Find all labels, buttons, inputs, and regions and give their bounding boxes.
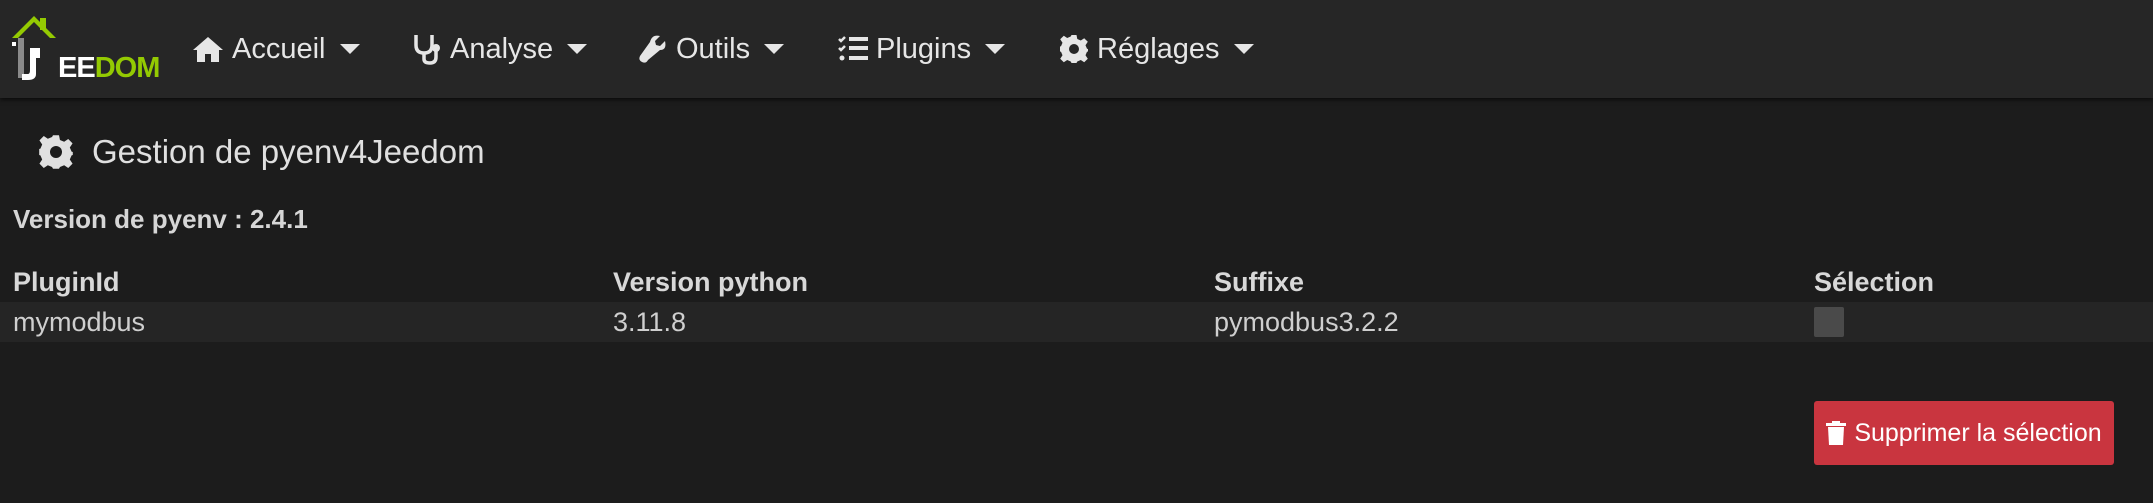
nav-analyse[interactable]: Analyse	[412, 0, 588, 98]
column-header-python-version: Version python	[613, 266, 809, 297]
stethoscope-icon	[412, 33, 442, 65]
nav-accueil[interactable]: Accueil	[192, 0, 360, 98]
nav-outils[interactable]: Outils	[638, 0, 785, 98]
chevron-down-icon	[985, 44, 1006, 54]
chevron-down-icon	[764, 44, 785, 54]
delete-selection-label: Supprimer la sélection	[1854, 418, 2102, 447]
trash-icon	[1826, 421, 1847, 445]
logo-text: EEDOM	[58, 52, 160, 84]
cell-plugin-id: mymodbus	[13, 306, 146, 337]
column-header-suffix: Suffixe	[1214, 266, 1305, 297]
table-header: PluginId Version python Suffixe Sélectio…	[0, 262, 2153, 302]
nav-outils-label: Outils	[676, 32, 751, 65]
cell-selection	[1814, 302, 1844, 342]
tasks-list-icon	[838, 35, 868, 63]
plugins-table: PluginId Version python Suffixe Sélectio…	[0, 262, 2153, 342]
chevron-down-icon	[1233, 44, 1254, 54]
nav-analyse-label: Analyse	[450, 32, 554, 65]
gear-icon	[1059, 34, 1089, 64]
nav-plugins-label: Plugins	[876, 32, 972, 65]
nav-reglages-label: Réglages	[1097, 32, 1220, 65]
jeedom-logo[interactable]: EEDOM	[10, 12, 160, 84]
delete-selection-button[interactable]: Supprimer la sélection	[1814, 401, 2114, 465]
cell-python-version: 3.11.8	[613, 306, 687, 337]
chevron-down-icon	[567, 44, 588, 54]
nav-reglages[interactable]: Réglages	[1059, 0, 1254, 98]
select-row-checkbox[interactable]	[1814, 307, 1844, 337]
table-row: mymodbus 3.11.8 pymodbus3.2.2	[0, 302, 2153, 342]
cell-suffix: pymodbus3.2.2	[1214, 306, 1399, 337]
page-title-text: Gestion de pyenv4Jeedom	[92, 133, 485, 170]
pyenv-version: Version de pyenv : 2.4.1	[13, 204, 308, 234]
column-header-pluginid: PluginId	[13, 266, 120, 297]
column-header-selection: Sélection	[1814, 266, 1935, 297]
chevron-down-icon	[339, 44, 360, 54]
page-title: Gestion de pyenv4Jeedom	[38, 128, 485, 176]
nav-plugins[interactable]: Plugins	[838, 0, 1006, 98]
wrench-icon	[638, 34, 668, 64]
nav-accueil-label: Accueil	[232, 32, 326, 65]
gear-icon	[38, 134, 74, 170]
home-icon	[192, 35, 224, 63]
top-navbar: EEDOM Accueil Analyse Outils Plugins Rég…	[0, 0, 2153, 98]
